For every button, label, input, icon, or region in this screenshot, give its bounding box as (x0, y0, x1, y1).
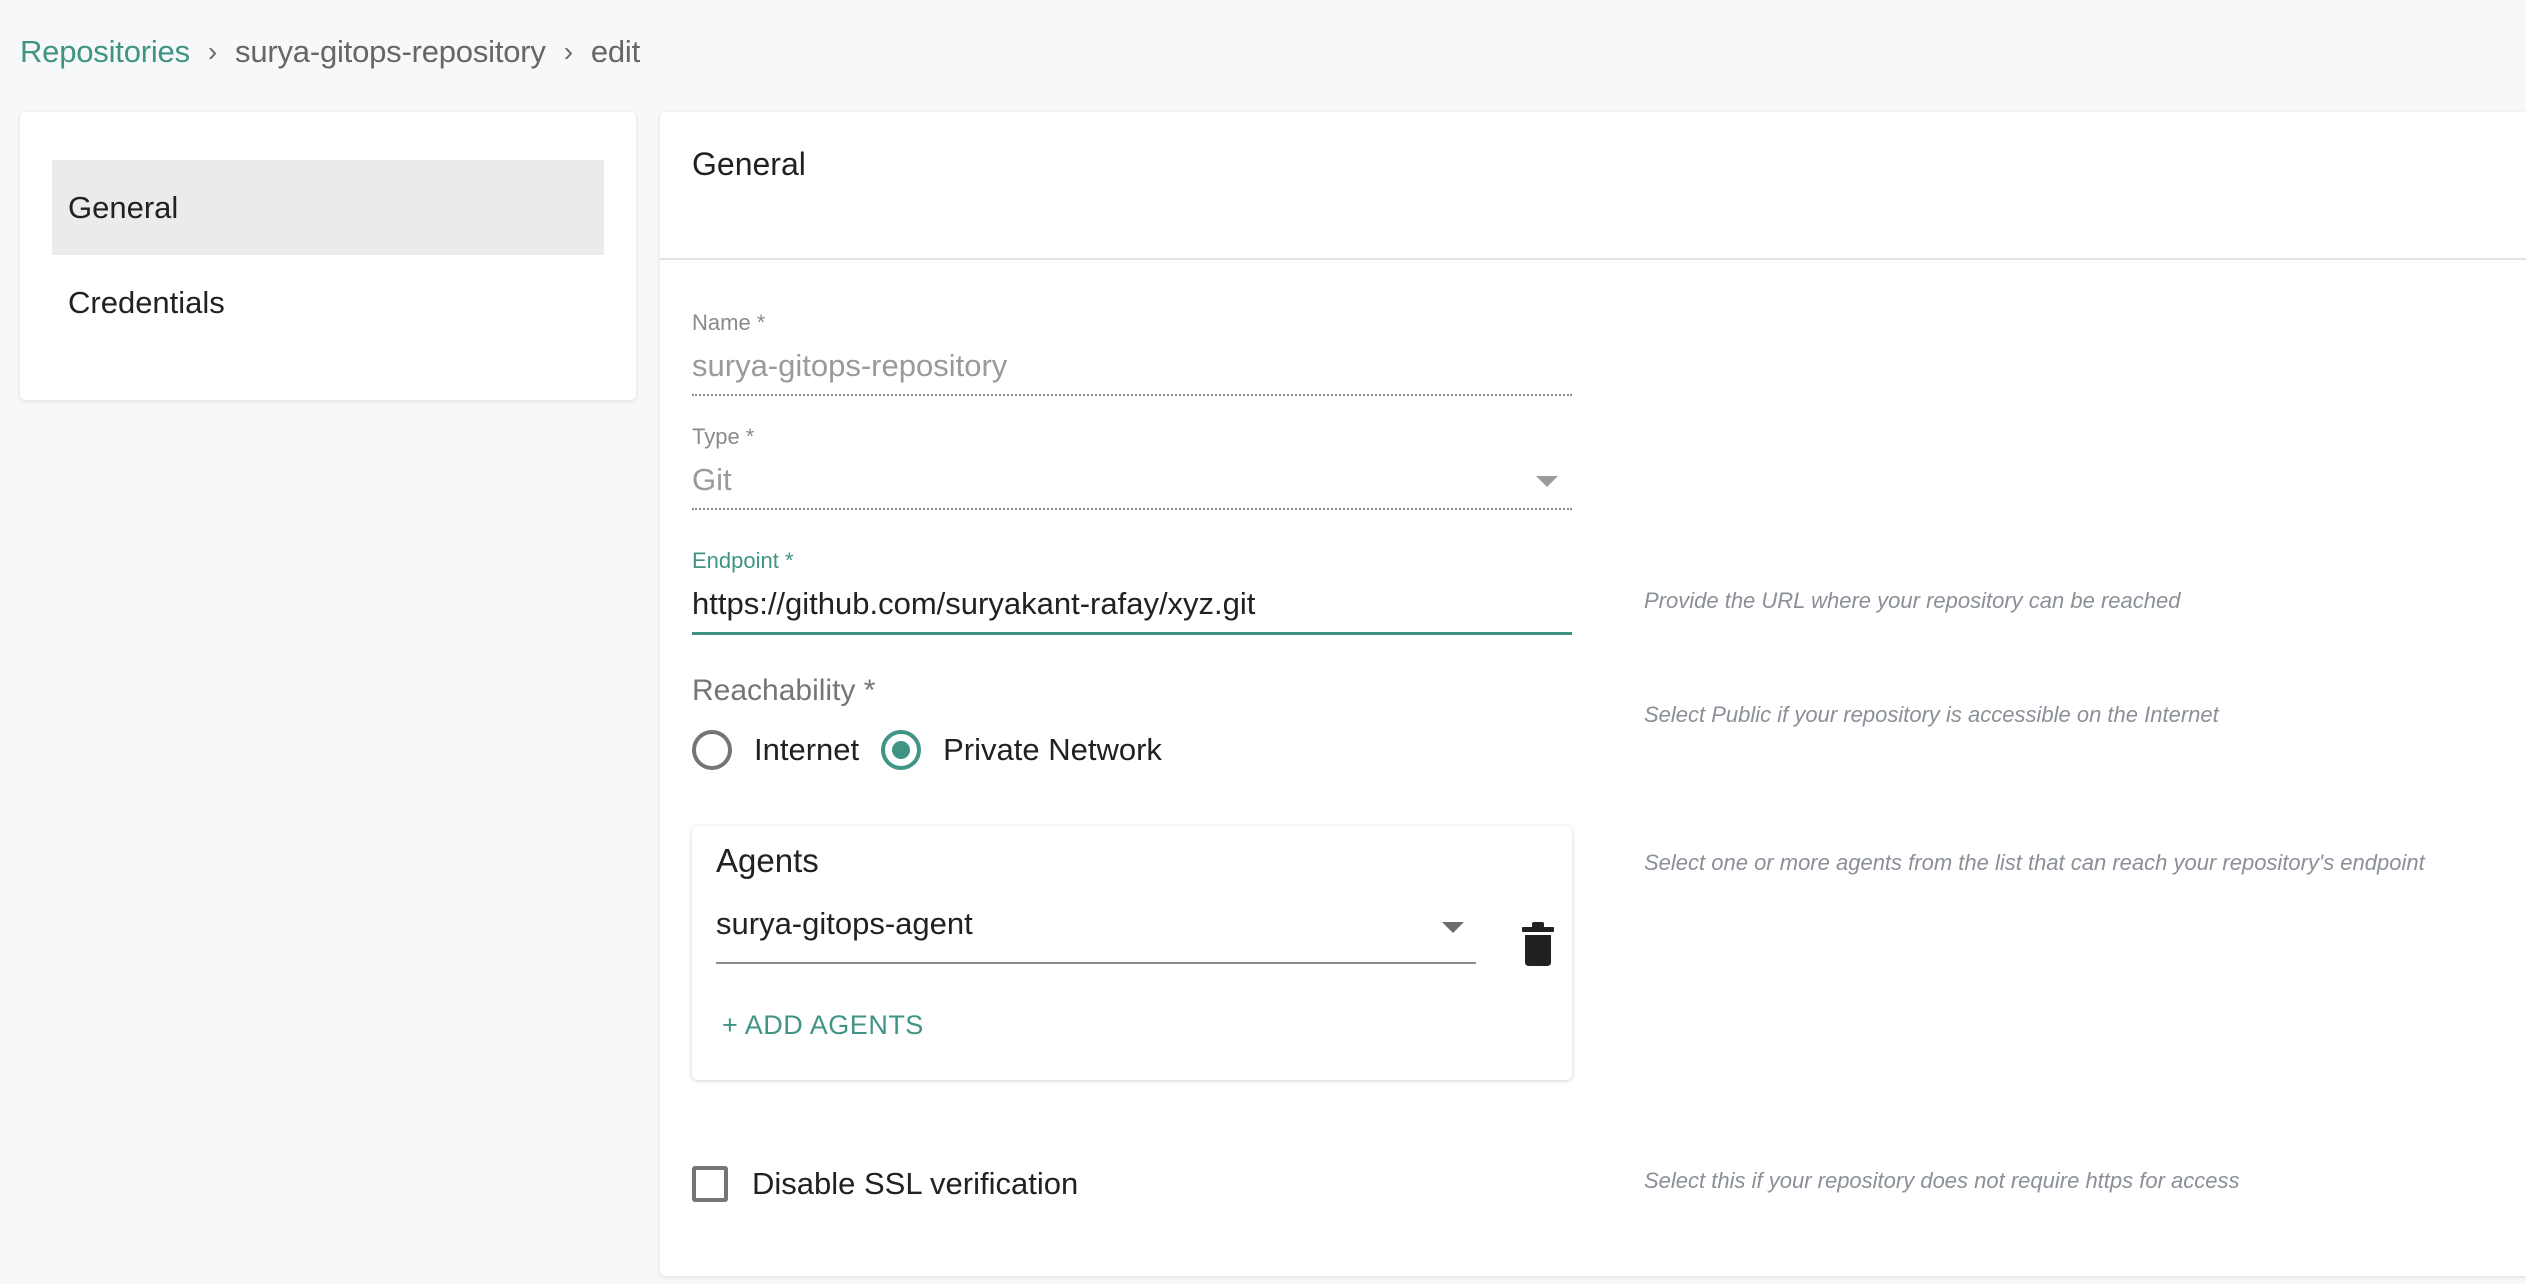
endpoint-field: Endpoint * https://github.com/suryakant-… (692, 548, 1572, 635)
breadcrumb-repository-name: surya-gitops-repository (235, 34, 546, 69)
reachability-radio-group: Internet Private Network (692, 730, 1184, 770)
agents-hint: Select one or more agents from the list … (1644, 850, 2425, 875)
agents-title: Agents (716, 842, 819, 879)
section-title: General (692, 146, 806, 182)
radio-internet-label: Internet (754, 732, 860, 767)
type-field: Type * Git (692, 424, 1572, 510)
breadcrumb-separator: › (563, 36, 573, 67)
sidebar-item-general[interactable]: General (52, 160, 604, 255)
trash-icon[interactable] (1522, 922, 1554, 966)
name-field: Name * surya-gitops-repository (692, 310, 1572, 396)
header-divider (660, 258, 2526, 260)
type-label: Type * (692, 424, 755, 449)
agent-select[interactable]: surya-gitops-agent (716, 902, 1476, 964)
radio-private-network-label: Private Network (943, 732, 1162, 767)
radio-internet-circle[interactable] (692, 730, 732, 770)
general-form-card: General Name * surya-gitops-repository T… (660, 112, 2526, 1276)
add-agents-button[interactable]: + ADD AGENTS (722, 1010, 924, 1041)
type-underline (692, 508, 1572, 510)
agents-card: Agents surya-gitops-agent + ADD AGENTS (692, 826, 1572, 1080)
radio-internet[interactable]: Internet (692, 730, 859, 770)
name-underline (692, 394, 1572, 396)
breadcrumb-separator: › (207, 36, 218, 67)
reachability-hint: Select Public if your repository is acce… (1644, 702, 2219, 727)
breadcrumb: Repositories › surya-gitops-repository ›… (20, 34, 640, 70)
endpoint-underline (692, 632, 1572, 635)
sidebar-item-credentials[interactable]: Credentials (52, 255, 604, 350)
endpoint-hint: Provide the URL where your repository ca… (1644, 588, 2181, 613)
ssl-hint: Select this if your repository does not … (1644, 1168, 2240, 1193)
radio-private-network-circle[interactable] (881, 730, 922, 770)
chevron-down-icon (1442, 922, 1464, 933)
name-label: Name * (692, 310, 766, 335)
name-input: surya-gitops-repository (692, 348, 1008, 383)
radio-private-network[interactable]: Private Network (881, 730, 1162, 770)
disable-ssl-checkbox[interactable]: Disable SSL verification (692, 1166, 1078, 1202)
sidebar-item-label: Credentials (68, 284, 225, 320)
type-value: Git (692, 462, 732, 497)
chevron-down-icon (1536, 476, 1558, 487)
reachability-label: Reachability * (692, 674, 876, 707)
breadcrumb-current-page: edit (590, 34, 641, 69)
sidebar-item-label: General (68, 189, 179, 225)
agent-select-value: surya-gitops-agent (716, 906, 973, 941)
endpoint-label: Endpoint * (692, 548, 794, 573)
disable-ssl-label: Disable SSL verification (752, 1166, 1079, 1201)
type-select: Git (692, 460, 1572, 500)
endpoint-input[interactable]: https://github.com/suryakant-rafay/xyz.g… (692, 584, 1572, 624)
checkbox-box[interactable] (692, 1166, 728, 1202)
breadcrumb-repositories-link[interactable]: Repositories (20, 34, 190, 70)
settings-sidebar: General Credentials (20, 112, 636, 400)
